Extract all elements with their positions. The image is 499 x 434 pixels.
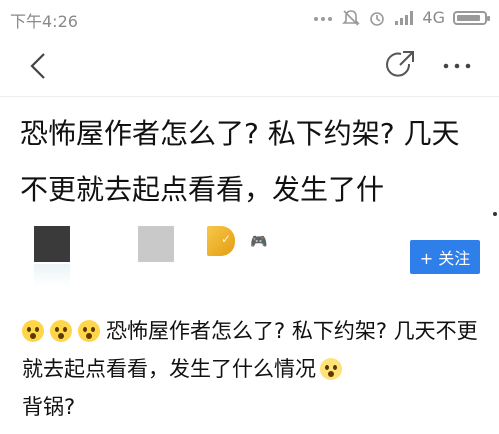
battery-icon: [453, 10, 490, 25]
follow-button[interactable]: + 关注: [410, 240, 480, 274]
alarm-icon: [370, 11, 385, 26]
more-icon[interactable]: [437, 48, 477, 82]
nav-bar: [0, 36, 499, 97]
status-icons: 4G: [312, 8, 490, 27]
battery-level: [457, 14, 481, 21]
scream-emoji-icon: [78, 320, 100, 342]
decorative-dot: [493, 212, 497, 216]
avatar-reflection: [34, 264, 70, 286]
body-tail: 背锅?: [22, 395, 76, 419]
article-title: 恐怖屋作者怎么了? 私下约架? 几天不更就去起点看看，发生了什: [20, 117, 460, 206]
network-type: 4G: [422, 8, 445, 27]
mute-icon: [342, 9, 361, 26]
share-icon[interactable]: [383, 48, 417, 82]
gamepad-icon: 🎮: [250, 234, 268, 250]
signal-icon: [395, 10, 414, 25]
avatar[interactable]: [34, 226, 70, 262]
article-body: 恐怖屋作者怎么了? 私下约架? 几天不更就去起点看看，发生了什么情况 背锅?: [22, 312, 482, 426]
thinking-emoji-icon: [320, 358, 342, 380]
scream-emoji-icon: [22, 320, 44, 342]
status-bar: 下午4:26 4G: [0, 0, 499, 36]
back-arrow-icon[interactable]: [22, 48, 58, 84]
level-badge-icon: ✓: [207, 226, 235, 256]
dots-icon: [314, 16, 333, 21]
scream-emoji-icon: [50, 320, 72, 342]
author-row: ✓ 🎮 + 关注: [0, 220, 499, 290]
author-thumbnail: [138, 226, 174, 262]
status-time: 下午4:26: [10, 12, 78, 31]
